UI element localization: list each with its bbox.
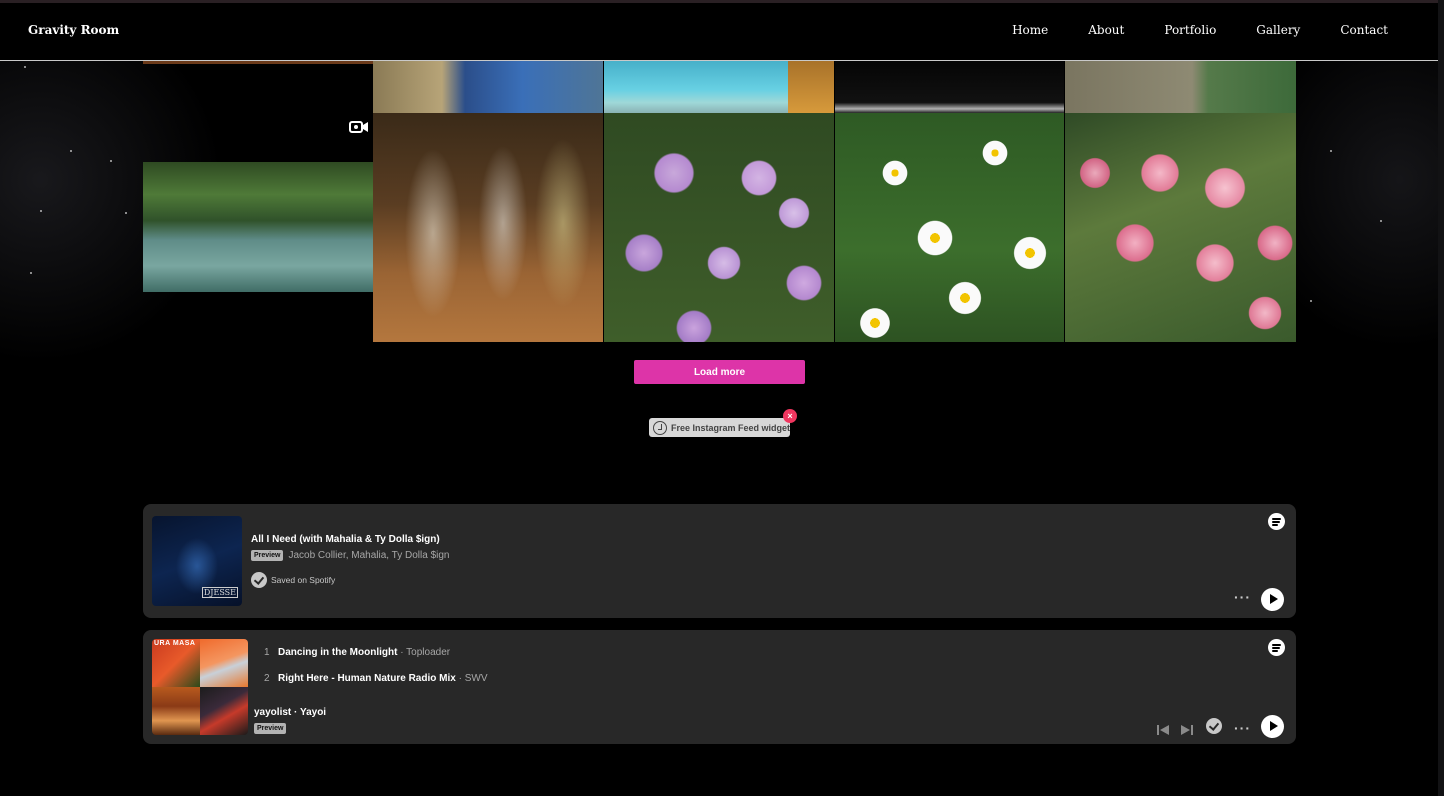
album-cover[interactable]: DJESSE	[152, 516, 242, 606]
nav-portfolio[interactable]: Portfolio	[1164, 23, 1216, 37]
saved-label: Saved on Spotify	[271, 575, 336, 585]
widget-badge-label: Free Instagram Feed widget	[670, 422, 790, 433]
gallery-image-river[interactable]	[143, 162, 373, 292]
load-more-button[interactable]: Load more	[634, 360, 805, 384]
star	[30, 272, 32, 274]
star	[110, 160, 112, 162]
cover-tile: URA MASA	[152, 639, 200, 687]
cover-tile	[200, 639, 248, 687]
play-button[interactable]	[1261, 715, 1284, 738]
cover-tile-text: URA MASA	[154, 640, 196, 647]
nav-gallery[interactable]: Gallery	[1256, 23, 1300, 37]
scrollbar-track[interactable]	[1438, 0, 1444, 796]
track-number: 2	[264, 673, 270, 684]
gallery-image-ground[interactable]	[1065, 61, 1296, 113]
separator: ·	[458, 673, 462, 684]
main-nav: Home About Portfolio Gallery Contact	[1012, 23, 1388, 37]
track-artist: SWV	[464, 673, 488, 684]
video-camera-icon	[349, 121, 368, 133]
gallery-image-dark[interactable]	[835, 61, 1064, 113]
next-track-icon[interactable]	[1181, 725, 1193, 735]
spotify-logo-icon[interactable]	[1268, 639, 1285, 656]
playlist-name[interactable]: yayolist · Yayoi	[254, 707, 326, 718]
preview-badge: Preview	[251, 550, 284, 561]
cover-tag: DJESSE	[201, 587, 238, 598]
cover-tile	[200, 687, 248, 735]
bottle-detail	[788, 61, 834, 113]
playlist-cover-mosaic[interactable]: URA MASA	[152, 639, 248, 735]
track-number: 1	[264, 647, 270, 658]
close-icon[interactable]: ×	[783, 409, 797, 423]
more-options-icon[interactable]: ···	[1234, 589, 1251, 605]
preview-badge: Preview	[254, 723, 287, 734]
saved-status: Saved on Spotify	[251, 572, 335, 588]
gallery-image-white-daisies[interactable]	[835, 113, 1064, 342]
gallery-image-pool[interactable]	[604, 61, 834, 113]
more-options-icon[interactable]: ···	[1234, 720, 1251, 736]
separator: ·	[400, 647, 404, 658]
star	[1330, 150, 1332, 152]
track-title: Right Here - Human Nature Radio Mix	[278, 673, 456, 684]
star	[125, 212, 127, 214]
track-info: Dancing in the Moonlight · Toploader	[278, 647, 450, 658]
nav-about[interactable]: About	[1088, 23, 1124, 37]
spotify-track-embed: DJESSE All I Need (with Mahalia & Ty Dol…	[143, 504, 1296, 618]
track-artists[interactable]: Jacob Collier, Mahalia, Ty Dolla $ign	[288, 550, 449, 561]
playlist-track-row[interactable]: 2 Right Here - Human Nature Radio Mix · …	[264, 673, 488, 684]
cover-tile	[152, 687, 200, 735]
gallery-image-plumeria[interactable]	[1065, 113, 1296, 342]
widget-logo-icon	[653, 420, 667, 435]
previous-track-icon[interactable]	[1157, 725, 1169, 735]
track-title: Dancing in the Moonlight	[278, 647, 398, 658]
play-button[interactable]	[1261, 588, 1284, 611]
spotify-playlist-embed: URA MASA 1 Dancing in the Moonlight · To…	[143, 630, 1296, 744]
nav-home[interactable]: Home	[1012, 23, 1048, 37]
star	[1380, 220, 1382, 222]
track-info: Right Here - Human Nature Radio Mix · SW…	[278, 673, 488, 684]
track-artist: Toploader	[406, 647, 451, 658]
check-icon[interactable]	[251, 572, 267, 588]
nav-contact[interactable]: Contact	[1340, 23, 1388, 37]
saved-check-icon[interactable]	[1206, 718, 1222, 734]
gallery-image-sake[interactable]	[373, 113, 603, 342]
star	[24, 66, 26, 68]
spotify-logo-icon[interactable]	[1268, 513, 1285, 530]
gallery-image-purple-daisies[interactable]	[604, 113, 834, 342]
star	[1310, 300, 1312, 302]
gallery-image-beach-bottle[interactable]	[373, 61, 603, 113]
site-header: Gravity Room Home About Portfolio Galler…	[0, 3, 1438, 61]
artist-line: Preview Jacob Collier, Mahalia, Ty Dolla…	[251, 550, 449, 561]
track-title[interactable]: All I Need (with Mahalia & Ty Dolla $ign…	[251, 534, 440, 545]
instagram-widget-badge[interactable]: Free Instagram Feed widget	[649, 418, 790, 437]
playlist-track-row[interactable]: 1 Dancing in the Moonlight · Toploader	[264, 647, 450, 658]
gallery-image-partial[interactable]	[143, 61, 373, 64]
star	[40, 210, 42, 212]
star	[70, 150, 72, 152]
site-brand[interactable]: Gravity Room	[28, 23, 119, 37]
